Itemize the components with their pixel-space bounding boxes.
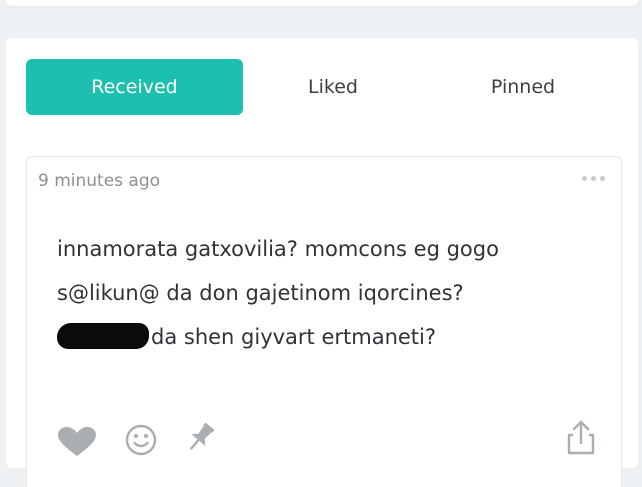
- post-card: 9 minutes ago innamorata gatxovilia? mom…: [26, 156, 622, 487]
- heart-icon[interactable]: [57, 427, 97, 457]
- pin-icon[interactable]: [183, 421, 219, 459]
- tab-pinned[interactable]: Pinned: [423, 59, 623, 115]
- tab-received[interactable]: Received: [26, 59, 243, 115]
- more-options-icon[interactable]: [580, 173, 608, 183]
- message-line: da shen giyvart ertmaneti?: [57, 315, 597, 359]
- message-line-text: da shen giyvart ertmaneti?: [151, 325, 437, 349]
- message-line: innamorata gatxovilia? momcons eg gogo: [57, 237, 499, 261]
- tab-liked[interactable]: Liked: [243, 59, 423, 115]
- post-timestamp: 9 minutes ago: [38, 171, 161, 191]
- previous-card: [6, 0, 638, 6]
- message-line: s@likun@ da don gajetinom iqorcines?: [57, 281, 464, 305]
- smiley-icon[interactable]: [124, 423, 158, 457]
- post-actions: [57, 417, 602, 461]
- feed-panel: Received Liked Pinned 9 minutes ago inna…: [6, 38, 638, 487]
- feed-tabs: Received Liked Pinned: [26, 59, 623, 115]
- redaction-mark: [57, 323, 149, 349]
- share-icon[interactable]: [564, 419, 598, 457]
- post-message: innamorata gatxovilia? momcons eg gogo s…: [57, 227, 597, 359]
